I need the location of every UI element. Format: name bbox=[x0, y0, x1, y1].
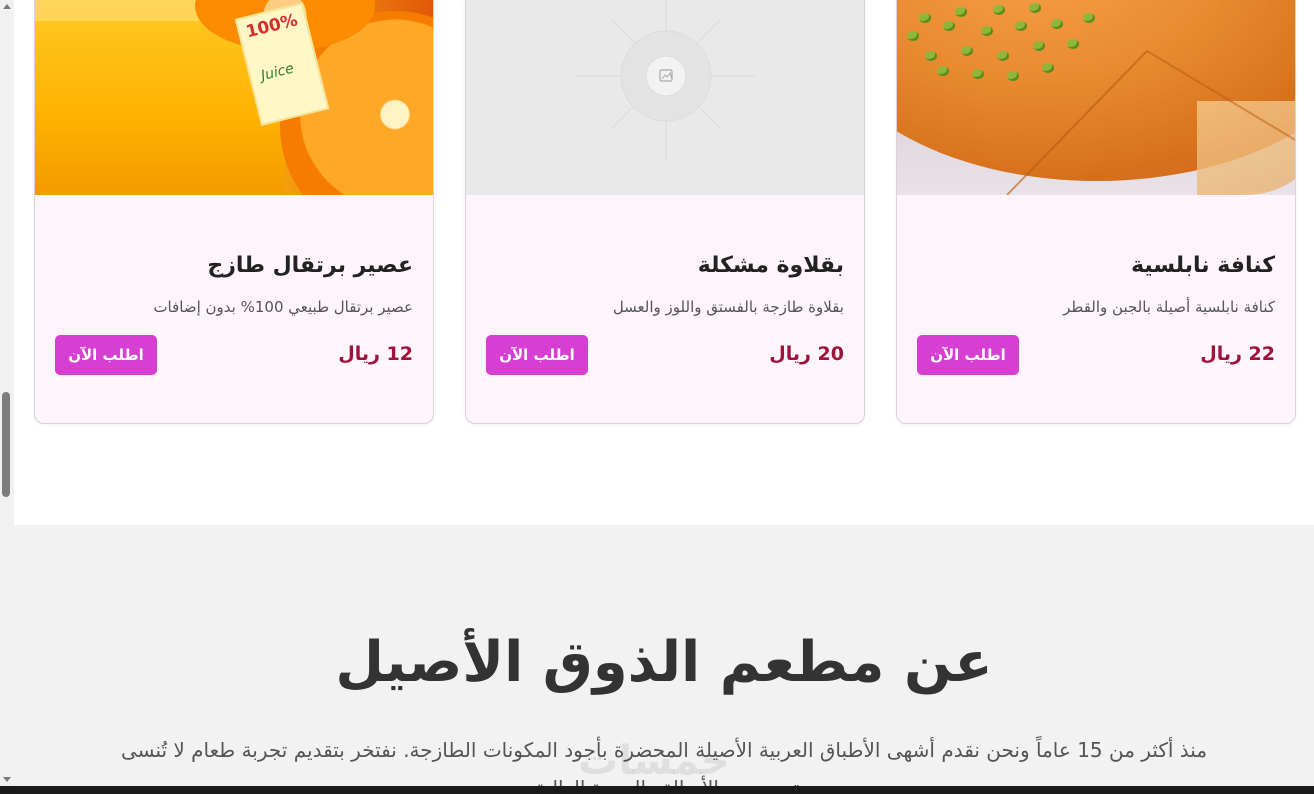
image-placeholder-icon bbox=[576, 0, 756, 161]
product-title: كنافة نابلسية bbox=[1131, 253, 1275, 278]
product-card-orange-juice: 100% Juice عصير برتقال طازج عصير برتقال … bbox=[34, 0, 434, 424]
scroll-up-arrow-icon[interactable] bbox=[3, 4, 11, 9]
about-title: عن مطعم الذوق الأصيل bbox=[335, 630, 993, 695]
scroll-down-arrow-icon[interactable] bbox=[3, 777, 11, 782]
page-scrollbar[interactable] bbox=[0, 0, 14, 786]
product-image-kunafa bbox=[897, 0, 1295, 195]
watermark: خمسات bbox=[578, 738, 730, 784]
window-bottom-edge bbox=[0, 786, 1314, 794]
product-description: كنافة نابلسية أصيلة بالجبن والقطر bbox=[1063, 298, 1275, 316]
product-description: عصير برتقال طبيعي 100% بدون إضافات bbox=[153, 298, 413, 316]
product-price: 22 ريال bbox=[1200, 343, 1275, 365]
order-now-button[interactable]: اطلب الآن bbox=[486, 335, 588, 375]
product-price: 12 ريال bbox=[338, 343, 413, 365]
product-price: 20 ريال bbox=[769, 343, 844, 365]
scrollbar-thumb[interactable] bbox=[2, 392, 10, 497]
product-title: بقلاوة مشكلة bbox=[697, 253, 844, 278]
product-title: عصير برتقال طازج bbox=[207, 253, 413, 278]
order-now-button[interactable]: اطلب الآن bbox=[917, 335, 1019, 375]
product-card-baklava: بقلاوة مشكلة بقلاوة طازجة بالفستق واللوز… bbox=[465, 0, 865, 424]
product-card-kunafa: كنافة نابلسية كنافة نابلسية أصيلة بالجبن… bbox=[896, 0, 1296, 424]
order-now-button[interactable]: اطلب الآن bbox=[55, 335, 157, 375]
product-image-baklava bbox=[466, 0, 864, 195]
product-image-orange-juice: 100% Juice bbox=[35, 0, 433, 195]
product-description: بقلاوة طازجة بالفستق واللوز والعسل bbox=[612, 298, 844, 316]
